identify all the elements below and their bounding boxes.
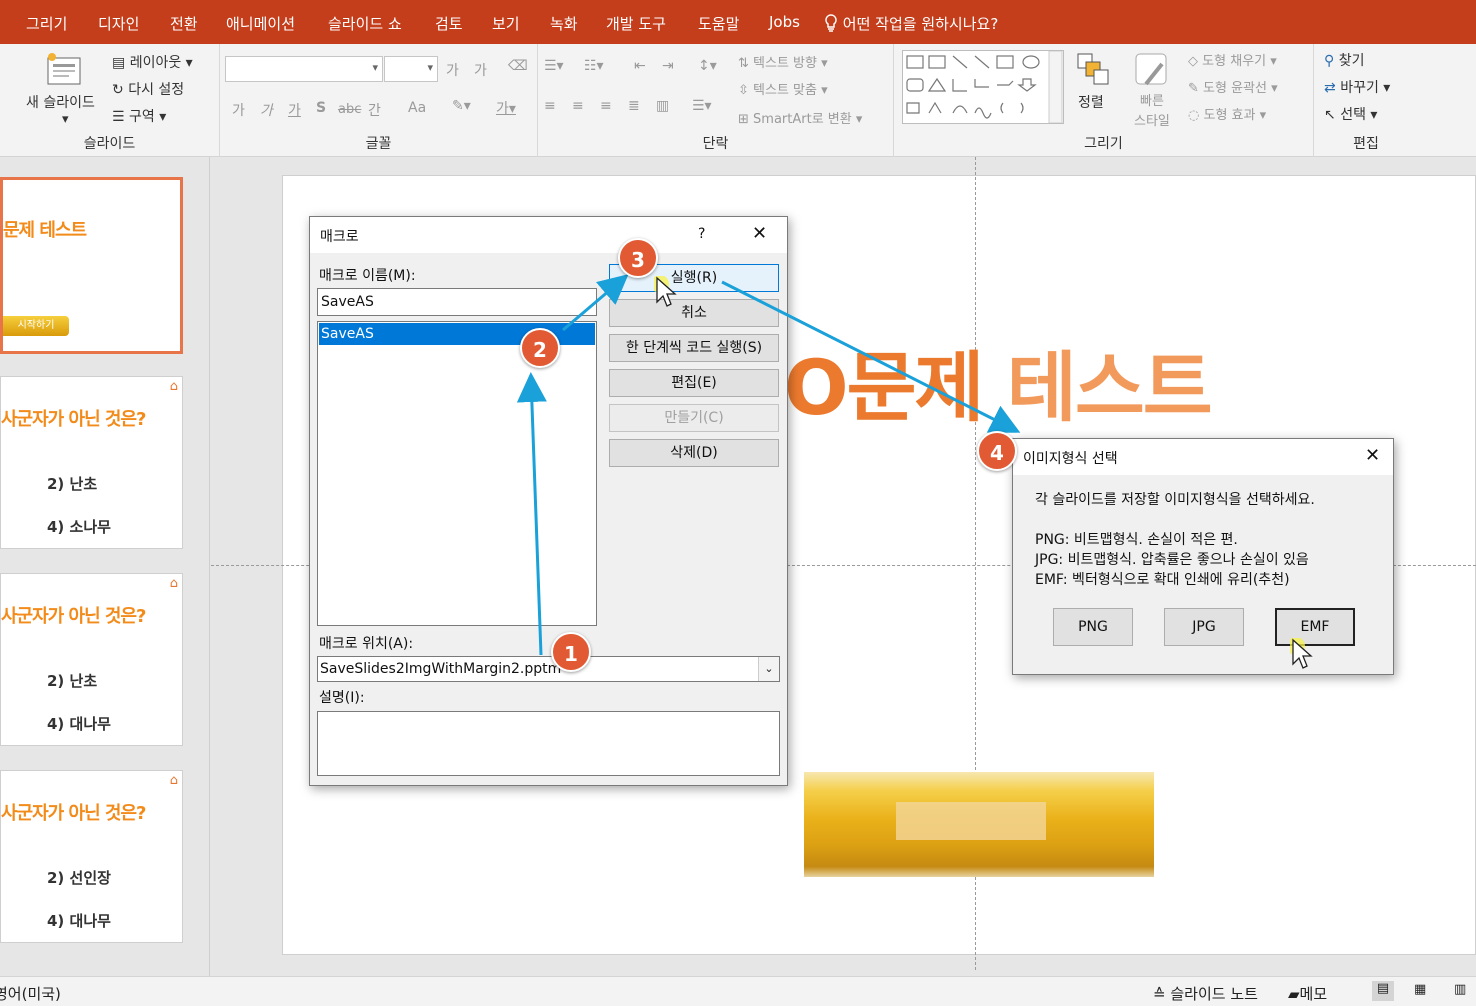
reading-view-icon[interactable]: ▥	[1454, 982, 1466, 997]
step-badge-3: 3	[618, 238, 658, 278]
arrow-1-to-2	[516, 372, 547, 656]
notes-button[interactable]: ≙ 슬라이드 노트	[1153, 983, 1258, 1004]
normal-view-icon[interactable]: ▤	[1372, 981, 1394, 1001]
mouse-cursor-icon	[654, 276, 677, 307]
comments-label: 메모	[1299, 985, 1328, 1003]
step-badge-2: 2	[520, 328, 560, 368]
slide-sorter-icon[interactable]: ▦	[1414, 982, 1426, 997]
status-bar: 영어(미국) ≙ 슬라이드 노트 ▰메모 ▤ ▦ ▥	[0, 976, 1476, 1006]
notes-icon: ≙	[1153, 985, 1166, 1003]
arrow-2-to-3	[562, 274, 629, 332]
comments-button[interactable]: ▰메모	[1288, 983, 1327, 1004]
step-badge-1: 1	[551, 632, 591, 672]
notes-label: 슬라이드 노트	[1170, 985, 1258, 1003]
language-indicator[interactable]: 영어(미국)	[0, 983, 61, 1004]
step-badge-4: 4	[977, 431, 1017, 471]
arrow-3-to-4	[721, 280, 1021, 433]
comment-icon: ▰	[1288, 985, 1300, 1003]
annotation-arrows	[516, 274, 1021, 656]
mouse-cursor-icon	[1290, 638, 1313, 669]
